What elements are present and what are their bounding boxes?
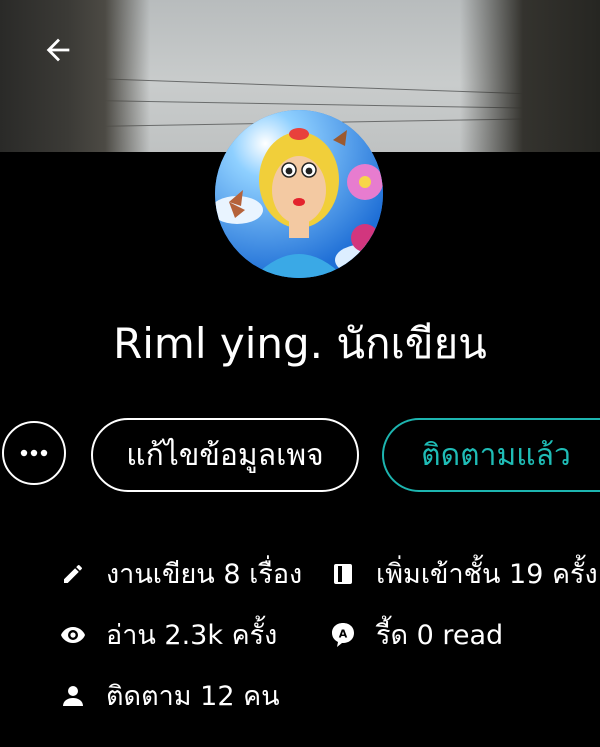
back-button[interactable]	[36, 28, 80, 72]
read-badge-icon: A	[330, 622, 356, 648]
stat-read-label: A รี้ด 0 read	[330, 613, 503, 656]
stat-reads: อ่าน 2.3k ครั้ง	[60, 613, 277, 656]
stat-read-label-text: รี้ด 0 read	[376, 620, 504, 651]
edit-page-button[interactable]: แก้ไขข้อมูลเพจ	[91, 418, 359, 492]
avatar[interactable]	[215, 110, 383, 278]
pencil-icon	[60, 561, 86, 587]
stat-bookshelf-text: เพิ่มเข้าชั้น 19 ครั้ง	[376, 559, 598, 590]
eye-icon	[60, 622, 86, 648]
arrow-back-icon	[46, 38, 70, 62]
profile-page: Riml ying. นักเขียน แก้ไขข้อมูลเพจ ติดตา…	[0, 0, 600, 747]
following-button[interactable]: ติดตามแล้ว	[382, 418, 600, 492]
stat-reads-text: อ่าน 2.3k ครั้ง	[106, 620, 278, 651]
stat-works-text: งานเขียน 8 เรื่อง	[106, 559, 303, 590]
profile-name: Riml ying. นักเขียน	[113, 319, 487, 368]
book-icon	[330, 561, 356, 587]
stat-following: ติดตาม 12 คน	[60, 674, 280, 717]
person-icon	[60, 683, 86, 709]
stat-bookshelf: เพิ่มเข้าชั้น 19 ครั้ง	[330, 552, 598, 595]
stat-works: งานเขียน 8 เรื่อง	[60, 552, 302, 595]
stat-following-text: ติดตาม 12 คน	[106, 681, 280, 712]
more-horizontal-icon	[20, 449, 48, 457]
svg-text:A: A	[339, 627, 348, 640]
more-button[interactable]	[2, 421, 66, 485]
